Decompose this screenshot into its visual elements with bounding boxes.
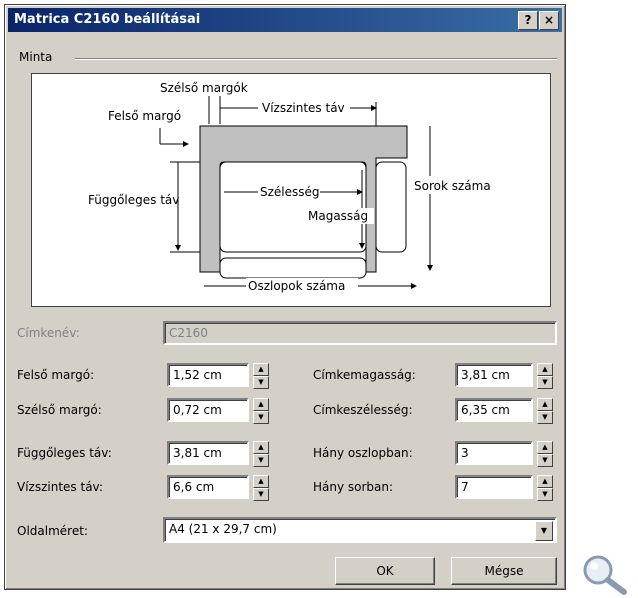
- label-width-spinner[interactable]: ▲ ▼: [537, 398, 553, 424]
- top-margin-input[interactable]: 1,52 cm: [167, 363, 249, 387]
- spin-up-icon[interactable]: ▲: [253, 475, 269, 488]
- vertical-pitch-field-label: Függőleges táv:: [17, 446, 112, 460]
- page-size-value: A4 (21 x 29,7 cm): [169, 522, 277, 536]
- dropdown-arrow-icon[interactable]: ▼: [535, 521, 553, 541]
- window-title: Matrica C2160 beállításai: [14, 12, 201, 27]
- columns-label: Oszlopok száma: [248, 279, 345, 293]
- spin-down-icon[interactable]: ▼: [253, 454, 269, 467]
- label-preview: Szélső margók Vízszintes táv Felső margó…: [31, 73, 551, 307]
- page-size-label: Oldalméret:: [17, 524, 88, 538]
- spin-up-icon[interactable]: ▲: [537, 363, 553, 376]
- vertical-pitch-label: Függőleges táv: [88, 193, 179, 207]
- top-margin-spinner[interactable]: ▲ ▼: [253, 363, 269, 389]
- side-margin-spinner[interactable]: ▲ ▼: [253, 398, 269, 424]
- close-button[interactable]: ×: [539, 11, 559, 30]
- spin-up-icon[interactable]: ▲: [253, 441, 269, 454]
- side-margin-label: Szélső margók: [160, 81, 248, 95]
- horizontal-pitch-input[interactable]: 6,6 cm: [167, 475, 249, 499]
- top-margin-label: Felső margó: [108, 109, 181, 123]
- top-margin-field-label: Felső margó:: [17, 368, 95, 382]
- spin-up-icon[interactable]: ▲: [537, 441, 553, 454]
- spin-down-icon[interactable]: ▼: [253, 411, 269, 424]
- number-across-field-label: Hány oszlopban:: [313, 446, 413, 460]
- spin-down-icon[interactable]: ▼: [537, 488, 553, 501]
- label-shape-next: [375, 161, 407, 253]
- label-name-label: Címkenév:: [17, 326, 80, 340]
- side-margin-field-label: Szélső margó:: [17, 403, 102, 417]
- label-shape-below: [219, 257, 367, 279]
- spin-down-icon[interactable]: ▼: [537, 411, 553, 424]
- label-options-dialog: Matrica C2160 beállításai ? × Minta Szél…: [4, 4, 566, 590]
- horizontal-pitch-spinner[interactable]: ▲ ▼: [253, 475, 269, 501]
- horizontal-pitch-label: Vízszintes táv: [262, 101, 345, 115]
- vertical-pitch-spinner[interactable]: ▲ ▼: [253, 441, 269, 467]
- spin-up-icon[interactable]: ▲: [537, 398, 553, 411]
- width-label: Szélesség: [260, 185, 320, 199]
- spin-up-icon[interactable]: ▲: [253, 398, 269, 411]
- spin-down-icon[interactable]: ▼: [253, 488, 269, 501]
- number-across-spinner[interactable]: ▲ ▼: [537, 441, 553, 467]
- label-width-field-label: Címkeszélesség:: [313, 403, 413, 417]
- number-down-input[interactable]: 7: [455, 475, 533, 499]
- number-across-input[interactable]: 3: [455, 441, 533, 465]
- horizontal-pitch-field-label: Vízszintes táv:: [17, 480, 104, 494]
- label-name-field[interactable]: C2160: [163, 321, 557, 345]
- cancel-button[interactable]: Mégse: [451, 557, 557, 585]
- spin-down-icon[interactable]: ▼: [253, 376, 269, 389]
- preview-group-label: Minta: [17, 50, 55, 64]
- spin-up-icon[interactable]: ▲: [537, 475, 553, 488]
- label-height-input[interactable]: 3,81 cm: [455, 363, 533, 387]
- page-size-select[interactable]: A4 (21 x 29,7 cm) ▼: [163, 517, 557, 543]
- label-shape: [219, 161, 367, 253]
- spin-down-icon[interactable]: ▼: [537, 454, 553, 467]
- number-down-spinner[interactable]: ▲ ▼: [537, 475, 553, 501]
- group-divider: [75, 58, 557, 60]
- title-bar: Matrica C2160 beállításai ? ×: [8, 8, 562, 32]
- ok-button[interactable]: OK: [335, 557, 435, 585]
- spin-down-icon[interactable]: ▼: [537, 376, 553, 389]
- vertical-pitch-input[interactable]: 3,81 cm: [167, 441, 249, 465]
- rows-label: Sorok száma: [414, 179, 491, 193]
- side-margin-input[interactable]: 0,72 cm: [167, 398, 249, 422]
- label-height-field-label: Címkemagasság:: [313, 368, 416, 382]
- number-down-field-label: Hány sorban:: [313, 480, 394, 494]
- label-height-spinner[interactable]: ▲ ▼: [537, 363, 553, 389]
- label-width-input[interactable]: 6,35 cm: [455, 398, 533, 422]
- preview-diagram: Szélső margók Vízszintes táv Felső margó…: [88, 81, 508, 294]
- spin-up-icon[interactable]: ▲: [253, 363, 269, 376]
- help-button[interactable]: ?: [518, 11, 538, 30]
- magnifier-icon[interactable]: [578, 552, 634, 596]
- height-label: Magasság: [308, 209, 368, 223]
